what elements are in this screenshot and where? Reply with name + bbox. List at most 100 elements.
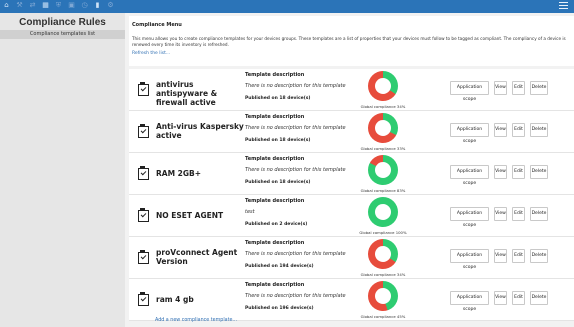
template-name: antivirus antispyware & firewall active [156,80,218,107]
home-icon[interactable]: ⌂ [2,1,11,10]
delete-button[interactable]: Delete [530,81,548,95]
template-row: Anti-virus Kaspersky active Template des… [129,111,574,153]
delete-button[interactable]: Delete [530,249,548,263]
template-row: antivirus antispyware & firewall active … [129,69,574,111]
application-scope-button[interactable]: Application scope [450,81,489,102]
view-button[interactable]: View [494,81,507,95]
template-description-label: Template description [245,240,305,246]
donut-hole [375,246,391,262]
global-compliance-label: Global compliance 83% [360,188,406,193]
row-actions: Application scope View Edit Delete [450,165,548,186]
template-description-label: Template description [245,156,305,162]
delete-button[interactable]: Delete [530,165,548,179]
published-count: Published on 18 device(s) [245,138,311,143]
published-count: Published on 196 device(s) [245,306,314,311]
global-compliance-label: Global compliance 33% [360,146,406,151]
global-compliance-label: Global compliance 34% [360,272,406,277]
toolbar-icons: ⌂ ⚒ ⇄ ▦ ⛨ ▣ ◷ ▮ ⚙ [2,1,115,10]
hamburger-menu-icon[interactable] [559,2,568,10]
template-row: proVconnect Agent Version Template descr… [129,237,574,279]
donut-hole [375,78,391,94]
row-actions: Application scope View Edit Delete [450,123,548,144]
delete-button[interactable]: Delete [530,123,548,137]
published-count: Published on 194 device(s) [245,264,314,269]
document-icon[interactable]: ▮ [93,1,102,10]
compliance-donut [368,113,398,143]
donut-hole [375,162,391,178]
clipboard-check-icon [138,292,149,306]
clipboard-check-icon [138,208,149,222]
box-icon[interactable]: ▣ [67,1,76,10]
published-count: Published on 18 device(s) [245,180,311,185]
compliance-menu-header: Compliance Menu This menu allows you to … [129,16,574,66]
arrows-icon[interactable]: ⇄ [28,1,37,10]
edit-button[interactable]: Edit [512,291,525,305]
application-scope-button[interactable]: Application scope [450,165,489,186]
sidebar-item-compliance-templates-list[interactable]: Compliance templates list [0,30,125,39]
template-name: proVconnect Agent Version [156,248,238,266]
main-content: Compliance Menu This menu allows you to … [125,13,574,327]
donut-hole [375,120,391,136]
view-button[interactable]: View [494,165,507,179]
edit-button[interactable]: Edit [512,123,525,137]
template-row: ram 4 gb Template description There is n… [129,279,574,321]
template-name: NO ESET AGENT [156,211,224,220]
row-actions: Application scope View Edit Delete [450,207,548,228]
template-name: Anti-virus Kaspersky active [156,122,244,140]
wrench-icon[interactable]: ⚒ [15,1,24,10]
compliance-donut [368,281,398,311]
template-description-label: Template description [245,72,305,78]
global-compliance-label: Global compliance 100% [359,230,407,235]
clock-icon[interactable]: ◷ [80,1,89,10]
refresh-link[interactable]: Refresh the list... [132,51,170,56]
view-button[interactable]: View [494,123,507,137]
global-compliance-label: Global compliance 45% [360,314,406,319]
row-actions: Application scope View Edit Delete [450,81,548,102]
view-button[interactable]: View [494,249,507,263]
compliance-donut [368,71,398,101]
clipboard-check-icon [138,82,149,96]
template-row: NO ESET AGENT Template description test … [129,195,574,237]
template-description-label: Template description [245,282,305,288]
template-name: RAM 2GB+ [156,169,202,178]
settings-icon[interactable]: ⚙ [106,1,115,10]
template-description: There is no description for this templat… [245,125,346,131]
view-button[interactable]: View [494,207,507,221]
sidebar-title: Compliance Rules [19,17,106,28]
grid-icon[interactable]: ▦ [41,1,50,10]
template-description-label: Template description [245,114,305,120]
template-description: There is no description for this templat… [245,293,346,299]
application-scope-button[interactable]: Application scope [450,123,489,144]
template-row: RAM 2GB+ Template description There is n… [129,153,574,195]
sidebar: Compliance Rules Compliance templates li… [0,13,125,327]
delete-button[interactable]: Delete [530,207,548,221]
edit-button[interactable]: Edit [512,81,525,95]
row-actions: Application scope View Edit Delete [450,249,548,270]
application-scope-button[interactable]: Application scope [450,249,489,270]
application-scope-button[interactable]: Application scope [450,207,489,228]
global-compliance-label: Global compliance 34% [360,104,406,109]
donut-hole [375,204,391,220]
page-title: Compliance Menu [132,22,182,28]
shield-icon[interactable]: ⛨ [54,1,63,10]
row-actions: Application scope View Edit Delete [450,291,548,312]
published-count: Published on 2 device(s) [245,222,308,227]
template-description: There is no description for this templat… [245,251,346,257]
edit-button[interactable]: Edit [512,249,525,263]
clipboard-check-icon [138,166,149,180]
top-toolbar: ⌂ ⚒ ⇄ ▦ ⛨ ▣ ◷ ▮ ⚙ [0,0,574,13]
view-button[interactable]: View [494,291,507,305]
published-count: Published on 18 device(s) [245,96,311,101]
edit-button[interactable]: Edit [512,165,525,179]
add-template-link[interactable]: Add a new compliance template... [155,318,237,323]
clipboard-check-icon [138,124,149,138]
application-scope-button[interactable]: Application scope [450,291,489,312]
edit-button[interactable]: Edit [512,207,525,221]
compliance-donut [368,155,398,185]
page-description: This menu allows you to create complianc… [132,36,566,47]
delete-button[interactable]: Delete [530,291,548,305]
compliance-donut [368,197,398,227]
donut-hole [375,288,391,304]
template-description-label: Template description [245,198,305,204]
templates-list: antivirus antispyware & firewall active … [129,69,574,321]
